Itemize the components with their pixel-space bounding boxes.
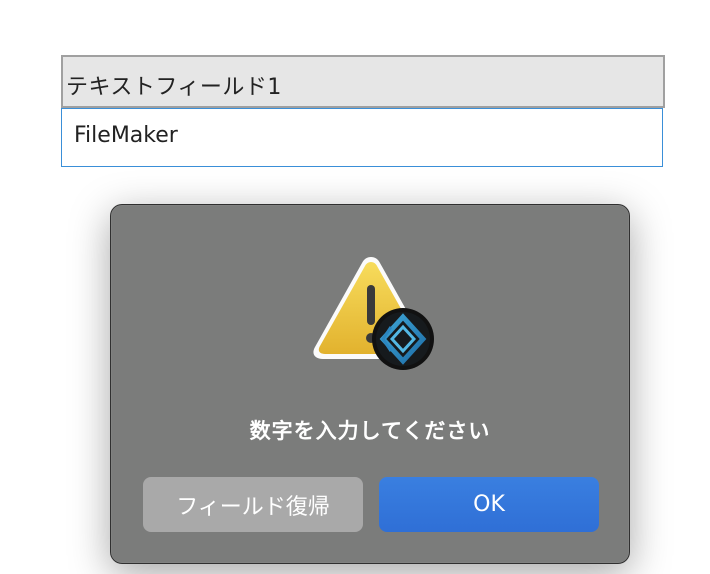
text-field-input[interactable]: FileMaker: [61, 108, 663, 167]
alert-dialog: 数字を入力してください フィールド復帰 OK: [110, 204, 630, 564]
revert-field-button[interactable]: フィールド復帰: [143, 477, 363, 532]
ok-button[interactable]: OK: [379, 477, 599, 532]
alert-message: 数字を入力してください: [249, 419, 491, 443]
filemaker-app-icon: [372, 308, 434, 370]
page: テキストフィールド1 FileMaker 数字を入力してください フィールド復帰…: [0, 0, 710, 574]
text-field-value: FileMaker: [74, 123, 178, 148]
field-label: テキストフィールド1: [66, 75, 282, 100]
warning-triangle-icon: [313, 257, 434, 370]
field-label-box: テキストフィールド1: [61, 55, 665, 108]
